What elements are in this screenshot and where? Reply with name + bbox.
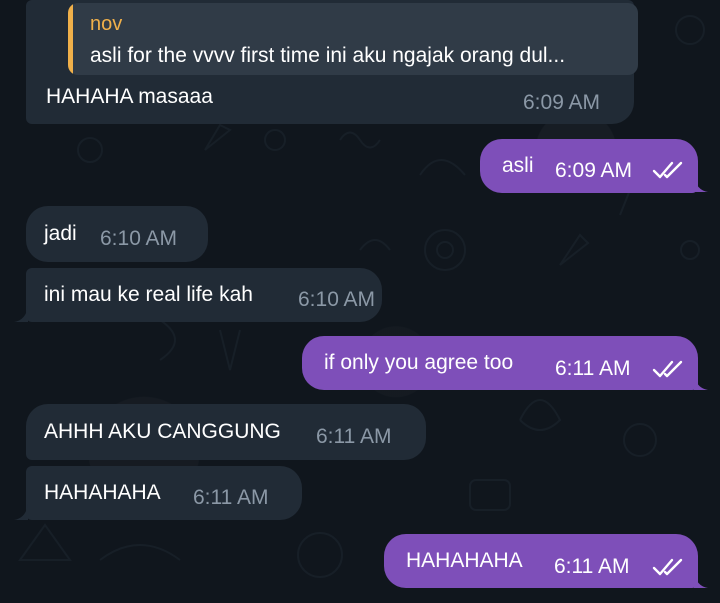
incoming-message[interactable]: HAHAHAHA 6:11 AM [26, 466, 302, 520]
message-text: HAHAHAHA [44, 481, 161, 504]
bubble-tail [694, 572, 708, 588]
outgoing-message[interactable]: asli 6:09 AM [480, 139, 698, 193]
bubble-tail [14, 306, 28, 322]
incoming-message[interactable]: AHHH AKU CANGGUNG 6:11 AM [26, 404, 426, 460]
reply-sender-name: nov [90, 13, 123, 35]
message-text: jadi [44, 222, 77, 245]
double-check-icon [652, 161, 683, 179]
message-text: if only you agree too [324, 351, 514, 374]
reply-accent-bar [68, 3, 73, 75]
outgoing-message[interactable]: if only you agree too 6:11 AM [302, 336, 698, 390]
double-check-icon [652, 360, 683, 378]
message-time: 6:11 AM [555, 357, 631, 380]
message-time: 6:11 AM [316, 425, 392, 448]
message-text: HAHAHA masaaa [46, 85, 213, 108]
message-text: asli [502, 154, 534, 177]
bubble-tail [694, 176, 708, 192]
message-text: AHHH AKU CANGGUNG [44, 420, 281, 443]
message-time: 6:11 AM [193, 486, 269, 509]
incoming-message[interactable]: jadi 6:10 AM [26, 206, 208, 262]
message-time: 6:10 AM [100, 227, 178, 250]
bubble-tail [694, 374, 708, 390]
bubble-tail [14, 504, 28, 520]
message-text: HAHAHAHA [406, 549, 523, 572]
reply-quoted-text: asli for the vvvv first time ini aku nga… [90, 44, 566, 67]
message-text: ini mau ke real life kah [44, 283, 253, 306]
message-time: 6:10 AM [298, 288, 376, 311]
incoming-message-with-reply[interactable]: nov asli for the vvvv first time ini aku… [26, 0, 638, 124]
double-check-icon [652, 558, 683, 576]
message-time: 6:09 AM [555, 159, 633, 182]
reply-preview[interactable]: nov asli for the vvvv first time ini aku… [68, 3, 638, 75]
outgoing-message[interactable]: HAHAHAHA 6:11 AM [384, 534, 698, 588]
incoming-message[interactable]: ini mau ke real life kah 6:10 AM [26, 268, 382, 322]
message-time: 6:11 AM [554, 555, 630, 578]
message-time: 6:09 AM [523, 91, 601, 114]
